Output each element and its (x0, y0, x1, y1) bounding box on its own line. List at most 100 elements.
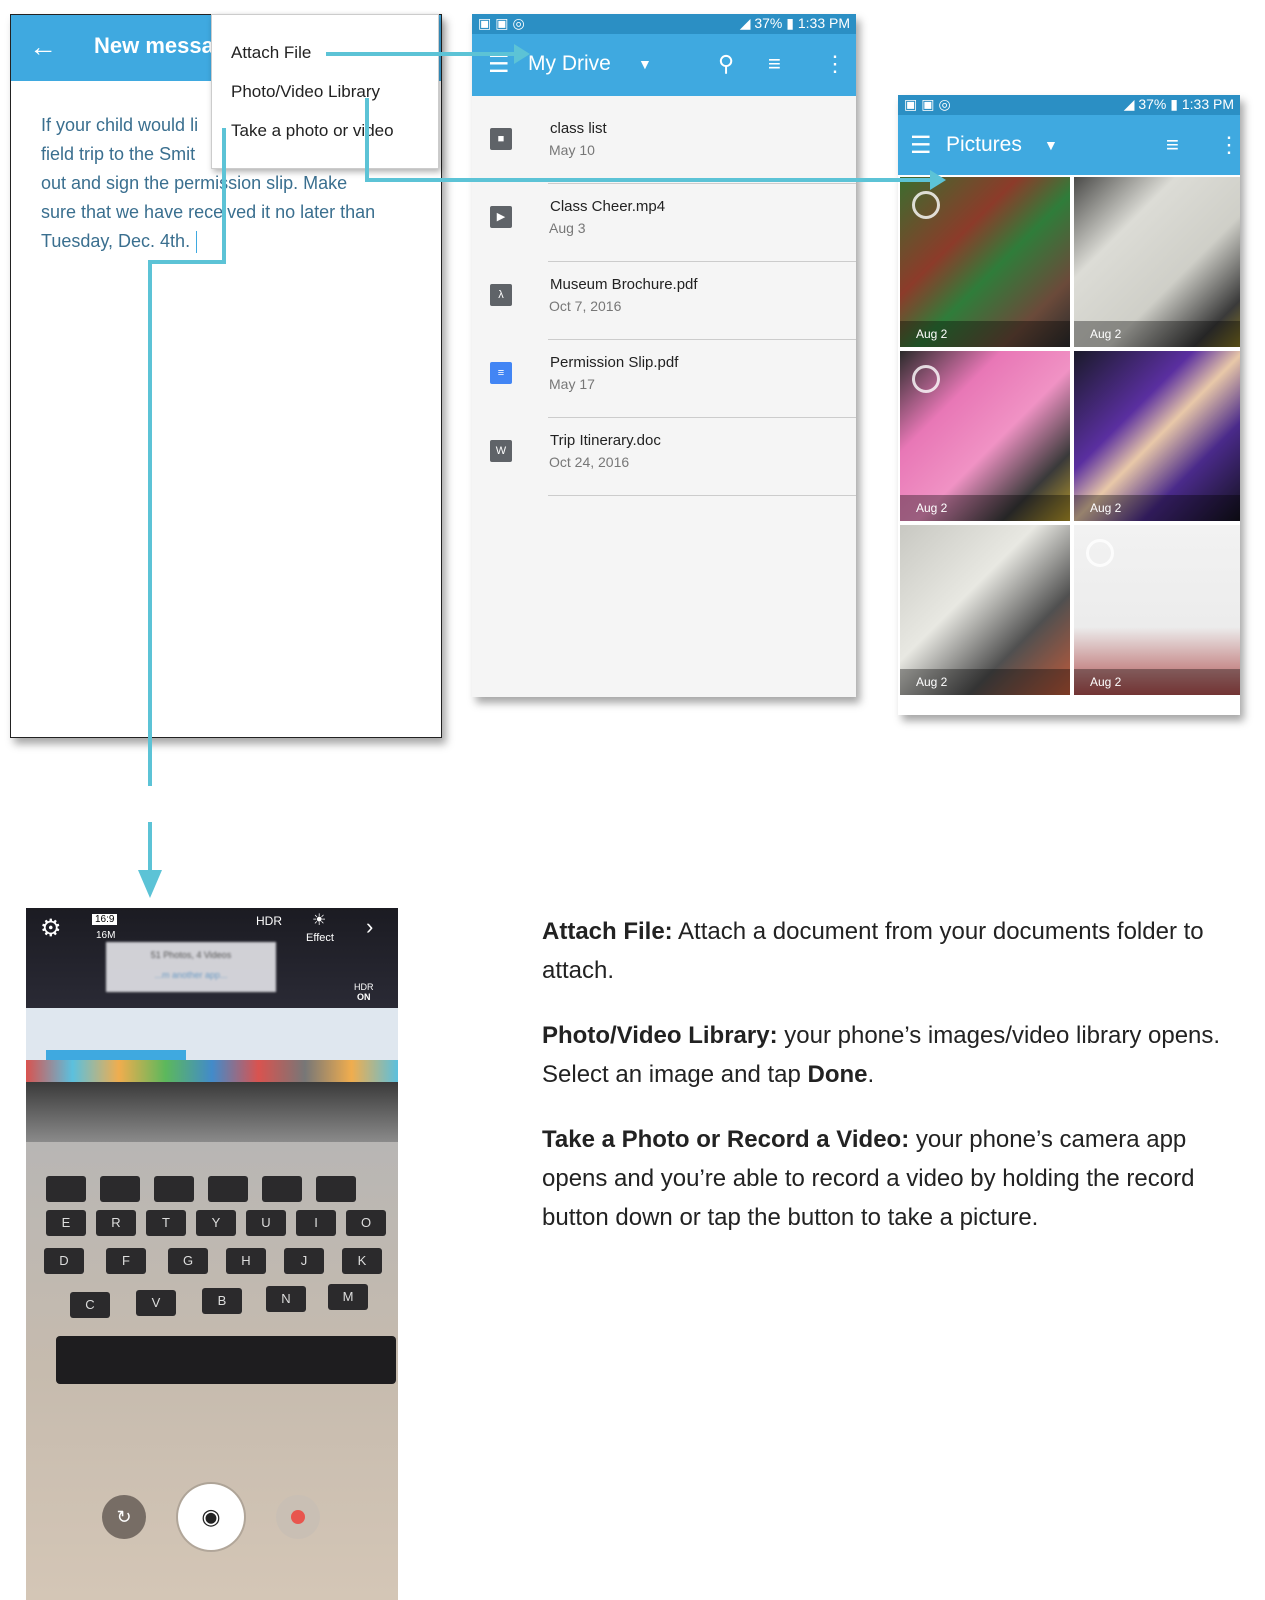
sort-icon[interactable]: ≡ (768, 51, 781, 77)
sort-icon[interactable]: ≡ (1166, 132, 1179, 158)
more-vert-icon[interactable]: ⋮ (1218, 132, 1240, 158)
file-name: Permission Slip.pdf (550, 354, 679, 371)
keyboard-key (154, 1176, 194, 1202)
ratio-badge[interactable]: 16:9 (92, 914, 118, 925)
message-line: Tuesday, Dec. 4th. (41, 231, 191, 251)
more-vert-icon[interactable]: ⋮ (824, 51, 846, 77)
hamburger-menu-icon[interactable]: ☰ (910, 131, 932, 160)
viewfinder-dock (26, 1060, 398, 1082)
pictures-app-bar: ☰ Pictures ▼ ≡ ⋮ (898, 115, 1240, 175)
keyboard-key: H (226, 1248, 266, 1274)
popup-subtext: ...m another app... (154, 970, 228, 980)
pictures-screen: ▣▣◎ ◢ 37% ▮ 1:33 PM ☰ Pictures ▼ ≡ ⋮ Aug… (898, 95, 1240, 715)
file-date: May 17 (549, 376, 595, 392)
select-circle[interactable] (912, 365, 940, 393)
keyboard-key: F (106, 1248, 146, 1274)
photo-tile[interactable]: Aug 2 (900, 351, 1070, 521)
menu-item-photo-video-library[interactable]: Photo/Video Library (231, 82, 380, 102)
folder-icon: ■ (490, 128, 512, 150)
video-icon: ▶ (490, 206, 512, 228)
hdr-badge-label: HDR (354, 982, 374, 992)
file-name: Class Cheer.mp4 (550, 198, 666, 215)
keyboard-key: U (246, 1210, 286, 1236)
keyboard-key: V (136, 1290, 176, 1316)
select-circle[interactable] (912, 191, 940, 219)
status-bar: ▣▣◎ ◢ 37% ▮ 1:33 PM (898, 95, 1240, 115)
battery-level: 37% (1138, 96, 1167, 112)
search-icon[interactable]: ⚲ (718, 51, 734, 77)
viewfinder-screen-bezel (26, 1082, 398, 1142)
menu-item-take-photo[interactable]: Take a photo or video (231, 121, 394, 141)
description-text: Attach File: Attach a document from your… (542, 912, 1252, 1263)
keyboard-key: O (346, 1210, 386, 1236)
effect-label[interactable]: Effect (306, 932, 334, 944)
viewfinder-statusbar (46, 1050, 186, 1060)
chevron-right-icon[interactable]: › (366, 914, 373, 940)
keyboard-key: N (266, 1286, 306, 1312)
keyboard-spacebar (56, 1336, 396, 1384)
message-line-last: Tuesday, Dec. 4th. (41, 227, 421, 256)
drive-item-class-cheer[interactable]: ▶ Class Cheer.mp4 Aug 3 (472, 184, 856, 262)
arrow-head-icon (138, 870, 162, 898)
photo-tile[interactable]: Aug 2 (900, 177, 1070, 347)
drive-title[interactable]: My Drive (528, 52, 611, 76)
description-label: Attach File: (542, 918, 673, 945)
description-photo-library: Photo/Video Library: your phone’s images… (542, 1016, 1252, 1094)
settings-gear-icon[interactable]: ⚙ (40, 914, 62, 943)
pdf-icon: λ (490, 284, 512, 306)
switch-camera-icon[interactable]: ↻ (102, 1495, 146, 1539)
drive-item-class-list[interactable]: ■ class list May 10 (472, 106, 856, 184)
dropdown-arrow-icon[interactable]: ▼ (638, 56, 652, 72)
text-caret (196, 231, 198, 254)
status-right: ◢ 37% ▮ 1:33 PM (739, 15, 850, 31)
hdr-label[interactable]: HDR (256, 914, 282, 928)
dropdown-arrow-icon[interactable]: ▼ (1044, 137, 1058, 153)
keyboard-key: I (296, 1210, 336, 1236)
photo-tile[interactable]: Aug 2 (1074, 525, 1240, 695)
drive-item-permission-slip[interactable]: ≡ Permission Slip.pdf May 17 (472, 340, 856, 418)
status-bar: ▣▣◎ ◢ 37% ▮ 1:33 PM (472, 14, 856, 34)
keyboard-key: J (284, 1248, 324, 1274)
file-name: Trip Itinerary.doc (550, 432, 661, 449)
description-attach-file: Attach File: Attach a document from your… (542, 912, 1252, 990)
photo-date: Aug 2 (900, 321, 1070, 347)
message-line: out and sign the permission slip. Make (41, 173, 348, 193)
status-icons: ▣▣◎ (904, 96, 955, 112)
status-time: 1:33 PM (797, 15, 850, 31)
keyboard-key: G (168, 1248, 208, 1274)
photo-tile[interactable]: Aug 2 (900, 525, 1070, 695)
shutter-camera-icon[interactable]: ◉ (178, 1484, 244, 1550)
hdr-on-badge[interactable]: HDR ON (354, 982, 374, 1002)
arrow-head-icon (514, 44, 530, 64)
drive-item-trip-itinerary[interactable]: W Trip Itinerary.doc Oct 24, 2016 (472, 418, 856, 496)
photo-tile[interactable]: Aug 2 (1074, 351, 1240, 521)
menu-item-attach-file[interactable]: Attach File (231, 43, 311, 63)
arrow-line (148, 822, 152, 872)
arrow-line (365, 98, 369, 182)
pictures-title[interactable]: Pictures (946, 133, 1022, 157)
file-name: class list (550, 120, 607, 137)
keyboard-key: B (202, 1288, 242, 1314)
status-right: ◢ 37% ▮ 1:33 PM (1123, 96, 1234, 112)
keyboard-key (100, 1176, 140, 1202)
keyboard-key (208, 1176, 248, 1202)
keyboard-key: C (70, 1292, 110, 1318)
effect-icon[interactable]: ☀ (312, 910, 326, 930)
description-label: Take a Photo or Record a Video: (542, 1126, 910, 1153)
keyboard-key: D (44, 1248, 84, 1274)
arrow-line (148, 260, 152, 786)
blurred-popup: 51 Photos, 4 Videos ...m another app... (106, 942, 276, 992)
arrow-left-icon[interactable]: ← (29, 29, 57, 65)
file-date: Aug 3 (549, 220, 586, 236)
arrow-line (148, 260, 226, 264)
file-date: Oct 7, 2016 (549, 298, 622, 314)
arrow-line (444, 52, 524, 56)
select-circle[interactable] (1086, 539, 1114, 567)
keyboard-key: M (328, 1284, 368, 1310)
status-icons: ▣▣◎ (478, 15, 529, 31)
record-button[interactable] (276, 1495, 320, 1539)
resolution-label: 16M (96, 930, 116, 941)
drive-item-museum-brochure[interactable]: λ Museum Brochure.pdf Oct 7, 2016 (472, 262, 856, 340)
keyboard-key: T (146, 1210, 186, 1236)
photo-tile[interactable]: Aug 2 (1074, 177, 1240, 347)
